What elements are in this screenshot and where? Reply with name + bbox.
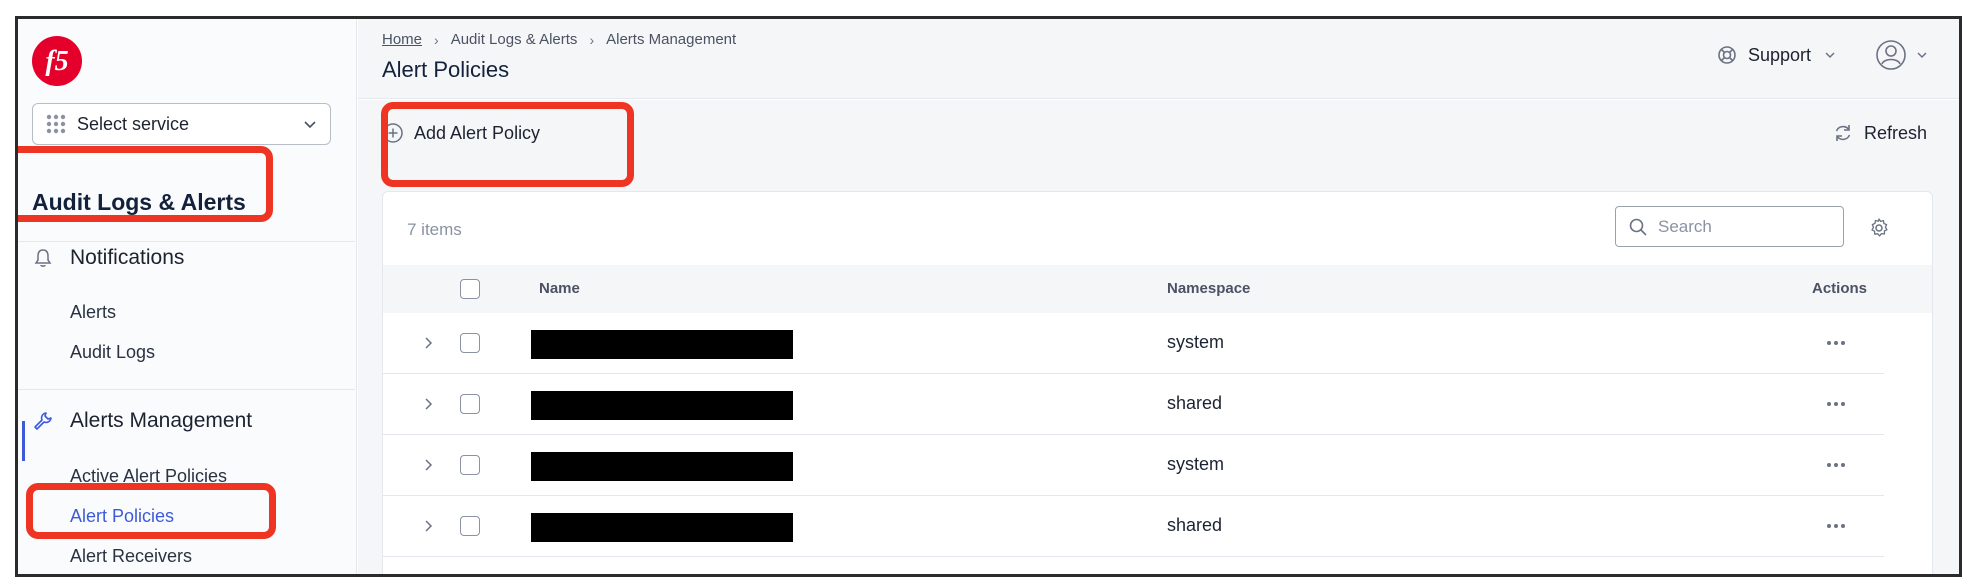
alert-policies-table-card: 7 items Name Namespace Actions bbox=[382, 191, 1933, 574]
breadcrumb: Home › Audit Logs & Alerts › Alerts Mana… bbox=[382, 31, 736, 48]
top-header: Home › Audit Logs & Alerts › Alerts Mana… bbox=[358, 19, 1959, 99]
svg-text:f5: f5 bbox=[45, 46, 68, 77]
refresh-icon bbox=[1835, 125, 1851, 141]
sidebar-group-label: Notifications bbox=[70, 246, 185, 269]
redacted-name bbox=[531, 452, 793, 481]
redacted-name bbox=[531, 391, 793, 420]
chevron-right-icon[interactable] bbox=[421, 334, 435, 352]
select-all-checkbox[interactable] bbox=[460, 279, 480, 299]
sidebar-item-audit-logs[interactable]: Audit Logs bbox=[70, 342, 155, 363]
active-group-indicator bbox=[22, 421, 25, 461]
row-checkbox[interactable] bbox=[460, 333, 480, 353]
sidebar-item-alerts[interactable]: Alerts bbox=[70, 302, 116, 323]
column-header-namespace[interactable]: Namespace bbox=[1167, 280, 1250, 297]
more-actions-icon[interactable] bbox=[1824, 514, 1848, 538]
table-row[interactable]: system bbox=[383, 313, 1884, 374]
highlight-box-alert-policies bbox=[26, 483, 276, 539]
app-window: f5 Select service Audit Logs & Alerts No… bbox=[15, 16, 1962, 577]
chevron-right-icon[interactable] bbox=[421, 517, 435, 535]
column-header-actions: Actions bbox=[1812, 280, 1868, 297]
sidebar-group-notifications[interactable]: Notifications bbox=[32, 246, 184, 270]
user-avatar-icon bbox=[1876, 40, 1906, 70]
chevron-down-icon bbox=[304, 121, 316, 129]
breadcrumb-item: Alerts Management bbox=[606, 31, 737, 48]
sidebar-group-alerts-management[interactable]: Alerts Management bbox=[32, 409, 252, 433]
namespace-cell: shared bbox=[1167, 393, 1223, 413]
search-icon bbox=[1629, 218, 1647, 236]
select-service-label: Select service bbox=[77, 113, 190, 134]
lifebuoy-icon bbox=[1718, 46, 1736, 64]
highlight-box-section-title bbox=[18, 146, 273, 222]
row-checkbox[interactable] bbox=[460, 394, 480, 414]
bell-icon bbox=[34, 249, 52, 267]
page-title: Alert Policies bbox=[382, 57, 510, 82]
highlight-box-add-button bbox=[381, 102, 634, 187]
table-header: Name Namespace Actions bbox=[383, 265, 1932, 313]
chevron-right-icon[interactable] bbox=[421, 395, 435, 413]
table-row[interactable]: system bbox=[383, 435, 1884, 496]
more-actions-icon[interactable] bbox=[1824, 453, 1848, 477]
table-row[interactable]: shared bbox=[383, 496, 1884, 557]
sidebar-divider bbox=[18, 389, 355, 390]
namespace-cell: shared bbox=[1167, 515, 1223, 535]
f5-logo[interactable]: f5 bbox=[30, 34, 84, 88]
refresh-button[interactable]: Refresh bbox=[1832, 122, 1927, 144]
namespace-cell: system bbox=[1167, 332, 1225, 352]
namespace-cell: system bbox=[1167, 454, 1225, 474]
redacted-name bbox=[531, 330, 793, 359]
sidebar-divider bbox=[18, 241, 355, 242]
chevron-down-icon bbox=[1917, 52, 1927, 59]
refresh-label: Refresh bbox=[1863, 122, 1927, 143]
more-actions-icon[interactable] bbox=[1824, 392, 1848, 416]
breadcrumb-home-link[interactable]: Home bbox=[382, 31, 422, 48]
chevron-right-icon: › bbox=[434, 31, 439, 48]
breadcrumb-item[interactable]: Audit Logs & Alerts bbox=[451, 31, 578, 48]
chevron-down-icon bbox=[1825, 52, 1835, 59]
select-service-dropdown[interactable]: Select service bbox=[32, 103, 331, 145]
row-checkbox[interactable] bbox=[460, 455, 480, 475]
support-label: Support bbox=[1747, 44, 1811, 65]
more-actions-icon[interactable] bbox=[1824, 331, 1848, 355]
sidebar-item-alert-receivers[interactable]: Alert Receivers bbox=[70, 546, 192, 567]
chevron-right-icon[interactable] bbox=[421, 456, 435, 474]
gear-icon[interactable] bbox=[1868, 217, 1890, 239]
user-menu[interactable] bbox=[1875, 39, 1929, 71]
chevron-right-icon: › bbox=[589, 31, 595, 48]
table-row[interactable]: shared bbox=[383, 374, 1884, 435]
sidebar-group-label: Alerts Management bbox=[70, 409, 253, 432]
search-input[interactable] bbox=[1658, 216, 1828, 237]
app-grid-icon bbox=[46, 114, 66, 134]
row-checkbox[interactable] bbox=[460, 516, 480, 536]
redacted-name bbox=[531, 513, 793, 542]
search-box[interactable] bbox=[1615, 206, 1844, 247]
wrench-icon bbox=[34, 412, 52, 430]
support-menu[interactable]: Support bbox=[1716, 44, 1847, 66]
column-header-name[interactable]: Name bbox=[539, 280, 580, 297]
item-count: 7 items bbox=[407, 220, 462, 239]
